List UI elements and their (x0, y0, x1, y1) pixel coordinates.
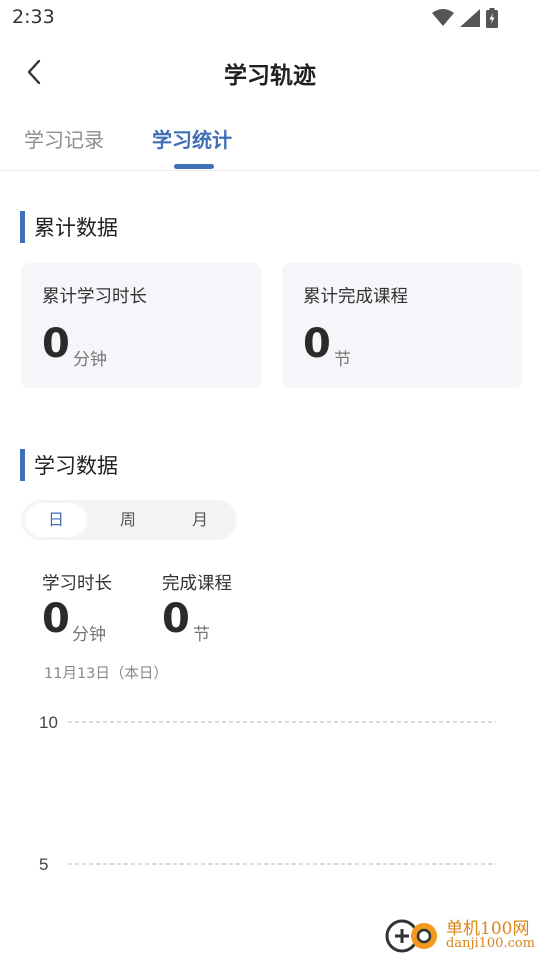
section-accent-bar (20, 449, 25, 481)
status-icons (432, 8, 498, 28)
period-month-button[interactable]: 月 (169, 503, 231, 537)
tab-study-statistics[interactable]: 学习统计 (152, 124, 232, 153)
section-cumulative-header: 累计数据 (20, 210, 118, 244)
watermark-logo-icon (385, 919, 437, 953)
y-tick-label: 10 (39, 713, 58, 732)
y-tick-label: 5 (39, 855, 48, 874)
page-title: 学习轨迹 (224, 63, 316, 89)
completed-courses-label: 完成课程 (162, 574, 232, 594)
section-accent-bar (20, 211, 25, 243)
period-selector: 日 周 月 (21, 500, 237, 540)
signal-icon (460, 9, 480, 27)
section-title: 累计数据 (34, 216, 118, 240)
card-value: 0 (42, 321, 70, 367)
watermark: 单机100网 danji100.com (384, 912, 536, 956)
nav-bar: 学习轨迹 (0, 40, 540, 104)
total-study-time-card: 累计学习时长 0 分钟 (21, 263, 261, 388)
period-week-button[interactable]: 周 (97, 503, 159, 537)
completed-courses-unit: 节 (193, 625, 210, 645)
total-courses-card: 累计完成课程 0 节 (282, 263, 522, 388)
card-label: 累计完成课程 (303, 287, 408, 307)
tab-bar: 学习记录 学习统计 (0, 110, 540, 171)
date-label: 11月13日（本日） (44, 666, 168, 682)
card-label: 累计学习时长 (42, 287, 147, 307)
status-bar: 2:33 (0, 0, 540, 36)
card-unit: 分钟 (73, 350, 107, 370)
section-study-header: 学习数据 (20, 448, 118, 482)
tab-indicator (174, 164, 214, 169)
wifi-icon (432, 9, 454, 26)
completed-courses-value: 0 (162, 596, 190, 642)
study-time-label: 学习时长 (42, 574, 112, 594)
card-unit: 节 (334, 350, 351, 370)
study-time-value: 0 (42, 596, 70, 642)
card-value: 0 (303, 321, 331, 367)
status-time: 2:33 (12, 6, 55, 28)
section-title: 学习数据 (34, 454, 118, 478)
tab-study-record[interactable]: 学习记录 (24, 124, 104, 153)
study-time-unit: 分钟 (72, 625, 106, 645)
period-day-button[interactable]: 日 (25, 503, 87, 537)
watermark-url: danji100.com (446, 936, 536, 951)
battery-icon (486, 8, 498, 28)
